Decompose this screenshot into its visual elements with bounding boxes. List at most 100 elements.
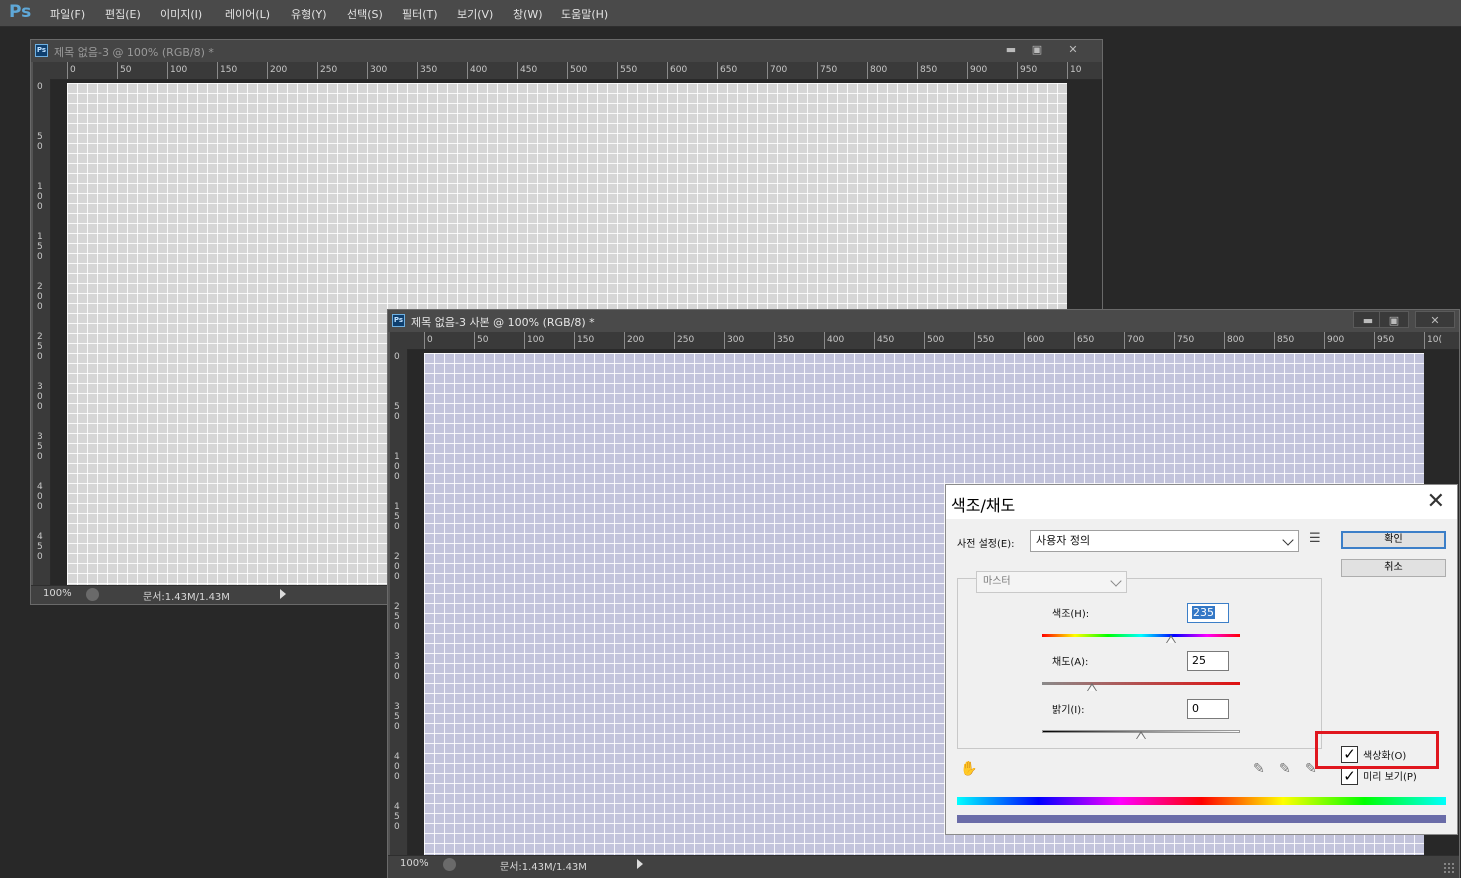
menu-help[interactable]: 도움말(H) [561, 6, 608, 22]
menu-filter[interactable]: 필터(T) [402, 6, 438, 22]
ruler-tick-mark [924, 332, 925, 349]
close-button[interactable]: ✕ [1415, 311, 1455, 328]
ruler-tick-label: 600 [1027, 335, 1045, 345]
ruler-tick-mark [367, 62, 368, 79]
ruler-tick-mark [524, 332, 525, 349]
ruler-tick-label: 5 0 [37, 132, 43, 152]
hue-label: 색조(H): [1052, 609, 1090, 620]
maximize-button[interactable]: ▣ [1379, 311, 1409, 328]
ruler-tick-mark [667, 62, 668, 79]
ruler-origin[interactable] [390, 332, 407, 349]
document-titlebar[interactable]: Ps 제목 없음-3 @ 100% (RGB/8) * ▬ ▣ ✕ [31, 40, 1102, 62]
menu-image[interactable]: 이미지(I) [160, 6, 202, 22]
ruler-tick-label: 200 [627, 335, 645, 345]
ruler-tick-mark [1067, 62, 1068, 79]
ruler-tick-label: 2 5 0 [37, 332, 43, 362]
hue-slider-thumb[interactable] [1166, 635, 1177, 643]
maximize-button[interactable]: ▣ [1022, 41, 1052, 58]
menu-edit[interactable]: 편집(E) [105, 6, 141, 22]
doc-info-icon[interactable] [86, 588, 99, 601]
ruler-tick-mark [467, 62, 468, 79]
ruler-tick-mark [674, 332, 675, 349]
ok-button[interactable]: 확인 [1341, 531, 1446, 549]
status-menu-arrow-icon[interactable] [280, 589, 286, 599]
menu-view[interactable]: 보기(V) [457, 6, 493, 22]
ruler-tick-label: 5 0 [394, 402, 400, 422]
chevron-down-icon [1282, 534, 1294, 546]
ruler-tick-mark [917, 62, 918, 79]
resize-grip-icon[interactable] [1443, 862, 1455, 874]
ruler-tick-mark [517, 62, 518, 79]
close-button[interactable]: ✕ [1058, 41, 1088, 58]
ruler-tick-mark [817, 62, 818, 79]
output-color-bar [957, 815, 1446, 823]
channel-select[interactable]: 마스터 [976, 571, 1127, 593]
eyedropper-plus-icon[interactable]: ✎ [1279, 761, 1291, 777]
ps-document-icon: Ps [392, 314, 405, 327]
input-spectrum-bar [957, 797, 1446, 805]
menu-file[interactable]: 파일(F) [50, 6, 85, 22]
ruler-tick-mark [724, 332, 725, 349]
menu-type[interactable]: 유형(Y) [291, 6, 327, 22]
saturation-label: 채도(A): [1052, 657, 1089, 668]
zoom-level[interactable]: 100% [400, 858, 429, 869]
status-bar: 100% 문서:1.43M/1.43M [388, 855, 1459, 878]
cancel-button[interactable]: 취소 [1341, 559, 1446, 577]
lightness-input[interactable]: 0 [1187, 699, 1229, 719]
saturation-slider-thumb[interactable] [1086, 683, 1097, 691]
vertical-ruler[interactable]: 0 5 0 1 0 0 1 5 0 2 0 0 2 5 0 3 0 0 3 5 0 4 0 0 4… [33, 79, 51, 585]
document-titlebar[interactable]: Ps 제목 없음-3 사본 @ 100% (RGB/8) * ▬ ▣ ✕ [388, 310, 1459, 332]
ruler-tick-label: 10 [1070, 65, 1082, 75]
ruler-tick-label: 100 [527, 335, 545, 345]
ruler-tick-label: 700 [770, 65, 788, 75]
lightness-slider-thumb[interactable] [1136, 731, 1146, 739]
ruler-tick-mark [1124, 332, 1125, 349]
dialog-title: 색조/채도 [951, 496, 1016, 515]
ruler-tick-mark [1024, 332, 1025, 349]
ruler-tick-mark [317, 62, 318, 79]
dialog-titlebar[interactable]: 색조/채도 ✕ [946, 485, 1457, 519]
doc-info-icon[interactable] [443, 858, 456, 871]
ruler-tick-label: 0 [394, 352, 400, 362]
vertical-ruler[interactable]: 0 5 0 1 0 0 1 5 0 2 0 0 2 5 0 3 0 0 3 5 0 4 0 0 4… [390, 349, 408, 855]
ruler-tick-label: 900 [970, 65, 988, 75]
preset-options-icon[interactable]: ☰ [1309, 531, 1321, 546]
ruler-origin[interactable] [33, 62, 50, 79]
hue-slider-track[interactable] [1042, 634, 1240, 637]
ruler-tick-mark [767, 62, 768, 79]
preview-label[interactable]: 미리 보기(P) [1363, 768, 1417, 783]
zoom-level[interactable]: 100% [43, 588, 72, 599]
status-menu-arrow-icon[interactable] [637, 859, 643, 869]
saturation-input[interactable]: 25 [1187, 651, 1229, 671]
ruler-tick-mark [717, 62, 718, 79]
ruler-tick-label: 450 [877, 335, 895, 345]
hue-input[interactable]: 235 [1187, 603, 1229, 623]
menu-window[interactable]: 창(W) [513, 6, 543, 22]
dialog-close-icon[interactable]: ✕ [1427, 489, 1445, 515]
ruler-tick-label: 450 [520, 65, 538, 75]
ruler-tick-label: 3 0 0 [394, 652, 400, 682]
ruler-tick-label: 1 5 0 [394, 502, 400, 532]
eyedropper-icon[interactable]: ✎ [1253, 761, 1265, 777]
ruler-tick-label: 300 [727, 335, 745, 345]
horizontal-ruler[interactable]: 0 50 100 150 200 250 300 350 400 450 500 550 600 650 7… [50, 62, 1102, 80]
ruler-tick-label: 2 0 0 [37, 282, 43, 312]
ruler-tick-mark [474, 332, 475, 349]
menu-layer[interactable]: 레이어(L) [225, 6, 270, 22]
preset-select[interactable]: 사용자 정의 [1030, 530, 1299, 552]
ruler-tick-mark [167, 62, 168, 79]
ruler-tick-mark [1424, 332, 1425, 349]
saturation-slider-track[interactable] [1042, 682, 1240, 685]
ruler-tick-mark [1374, 332, 1375, 349]
ruler-tick-mark [617, 62, 618, 79]
horizontal-ruler[interactable]: 0 50 100 150 200 250 300 350 400 450 500 550 600 650 7… [407, 332, 1459, 350]
preview-checkbox[interactable]: ✓ [1341, 768, 1358, 785]
ruler-tick-mark [1274, 332, 1275, 349]
ruler-tick-label: 50 [477, 335, 489, 345]
ruler-tick-label: 3 5 0 [394, 702, 400, 732]
ruler-tick-mark [67, 62, 68, 79]
targeted-adjust-hand-icon[interactable]: ✋ [960, 761, 977, 777]
ruler-tick-mark [574, 332, 575, 349]
menu-select[interactable]: 선택(S) [347, 6, 383, 22]
channel-value: 마스터 [983, 576, 1011, 587]
